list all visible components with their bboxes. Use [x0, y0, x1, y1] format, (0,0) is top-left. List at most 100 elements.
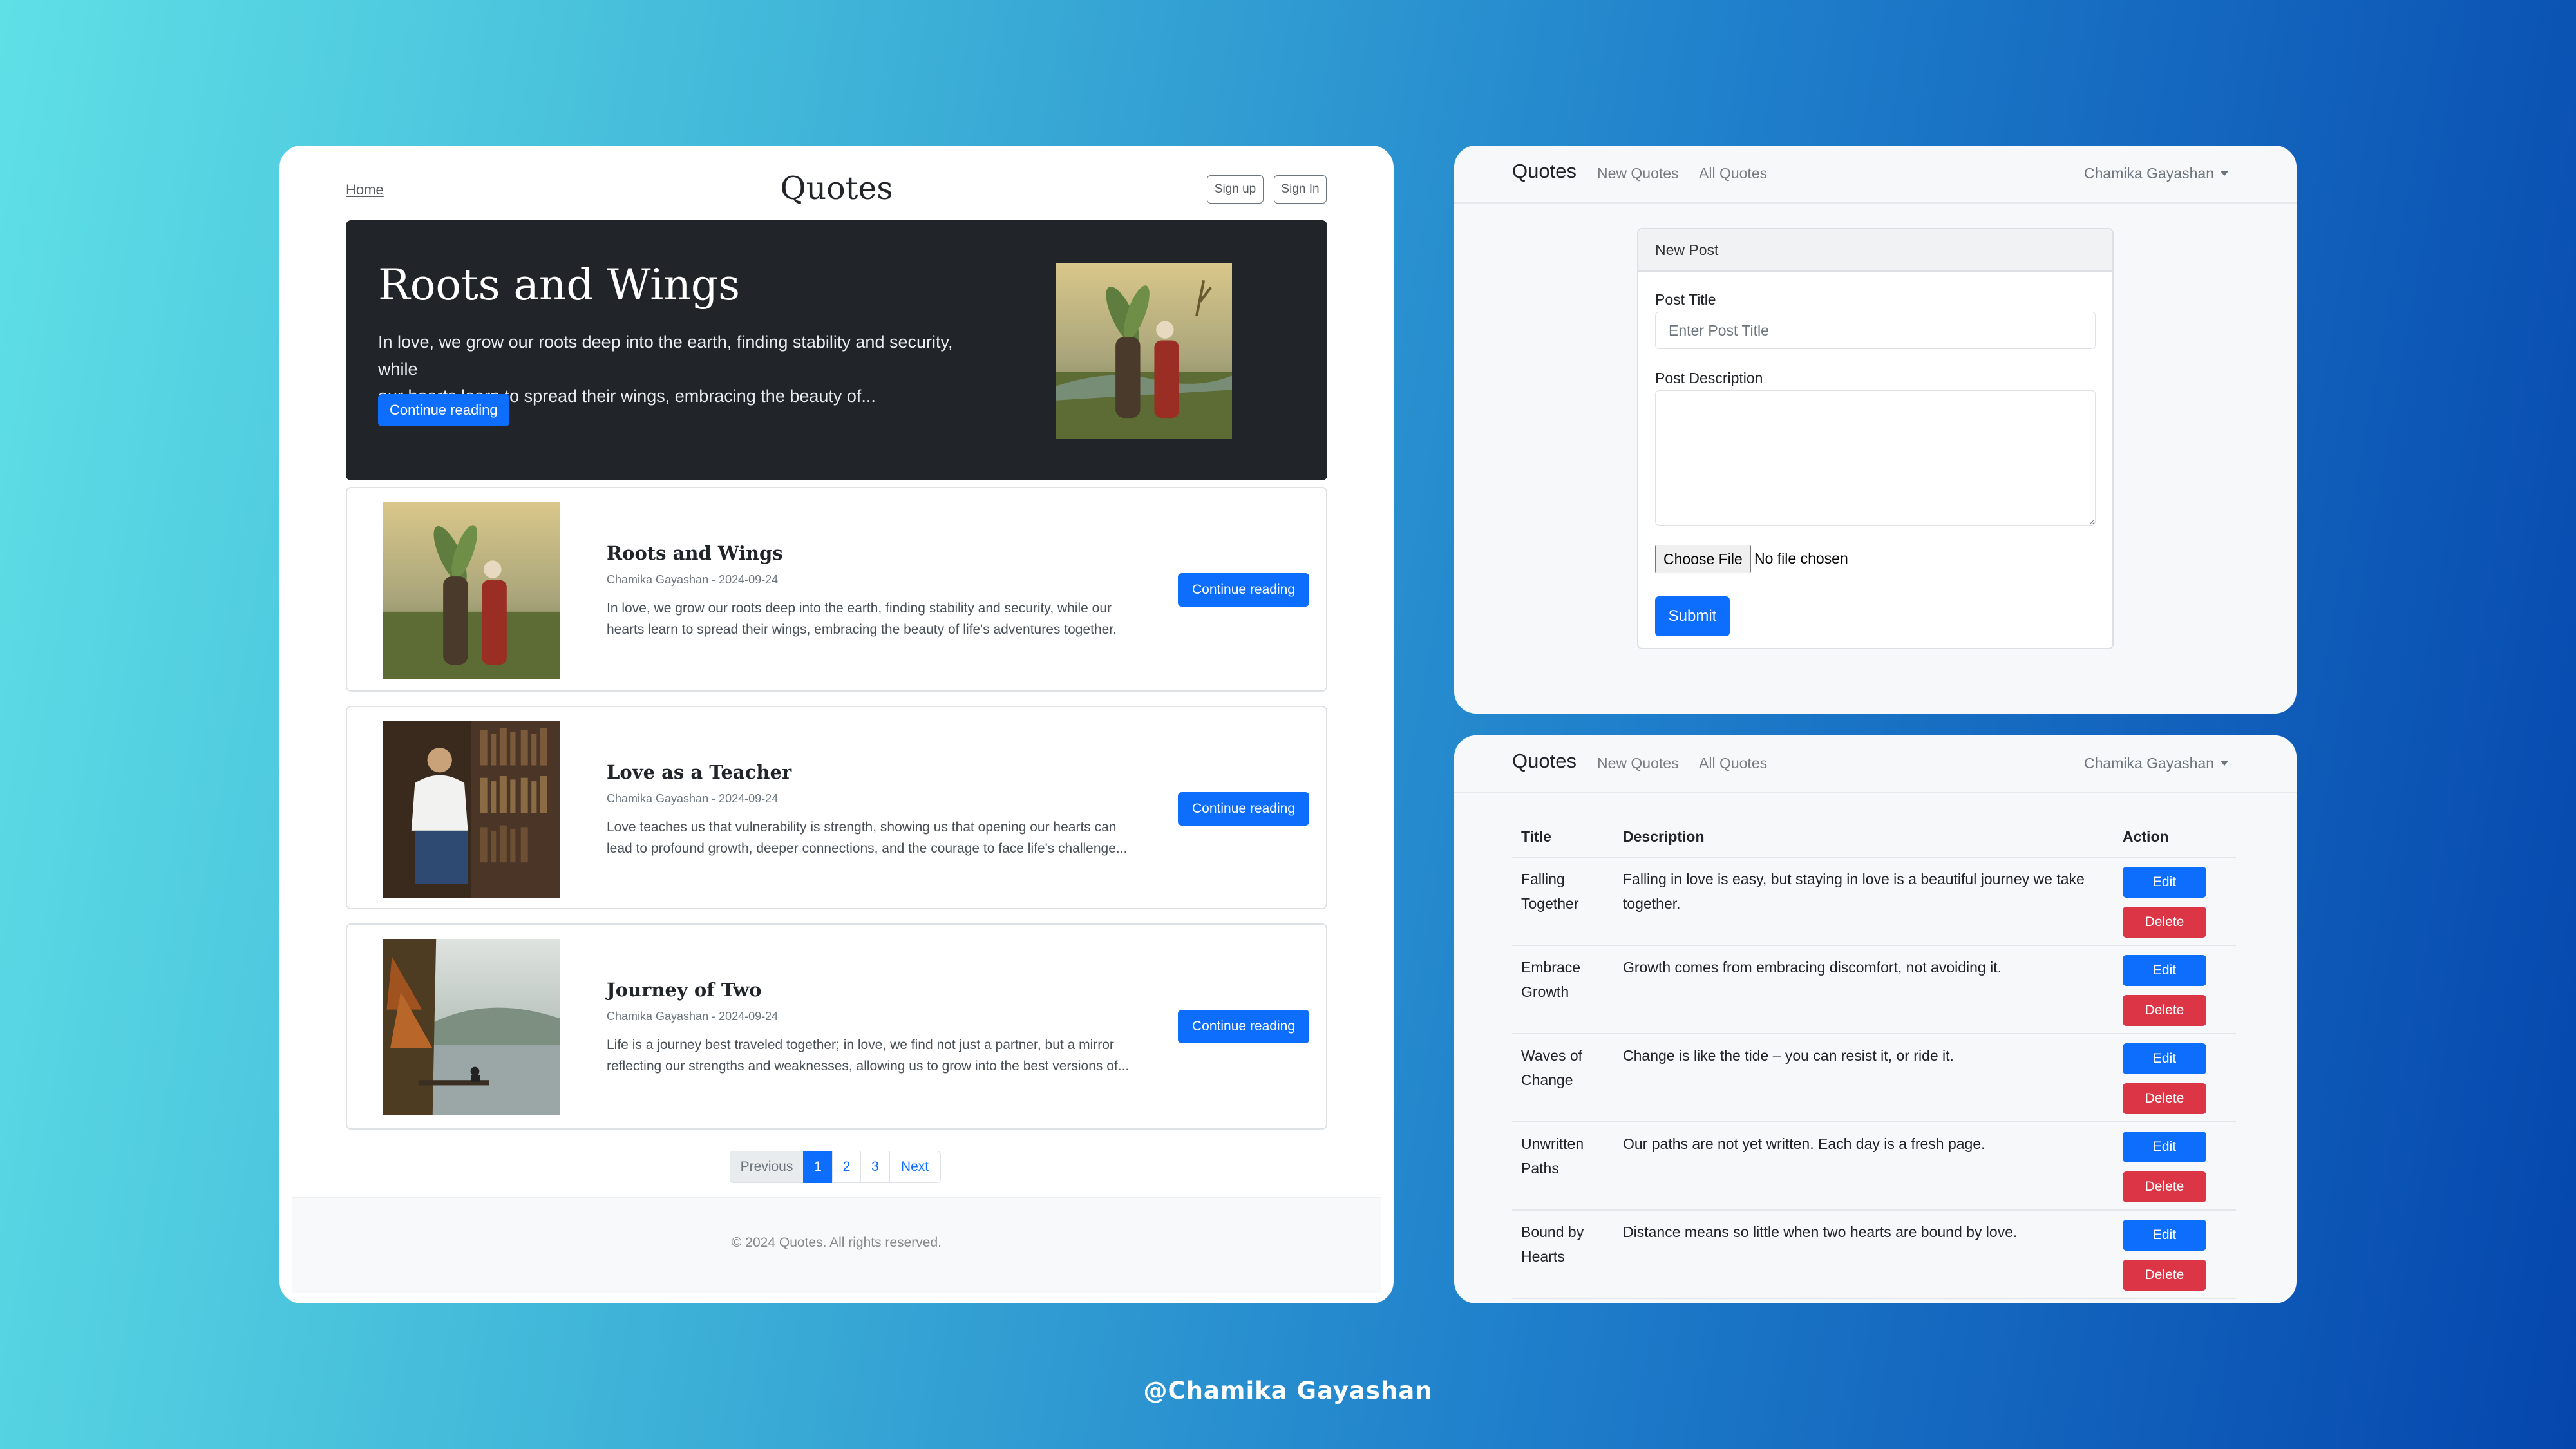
post-excerpt-line: Life is a journey best traveled together…: [607, 1037, 1114, 1052]
post-title[interactable]: Love as a Teacher: [607, 761, 791, 783]
nav-all-quotes[interactable]: All Quotes: [1699, 165, 1767, 182]
post-meta: Chamika Gayashan - 2024-09-24: [607, 1010, 779, 1023]
column-header-description: Description: [1623, 828, 1705, 845]
table-row: Embrace Growth Growth comes from embracin…: [1512, 946, 2236, 1034]
user-name: Chamika Gayashan: [2084, 165, 2214, 182]
post-title-input[interactable]: [1655, 312, 2096, 349]
delete-button[interactable]: Delete: [2123, 1083, 2206, 1114]
caret-down-icon: [2221, 171, 2228, 176]
quote-title-cell: Falling Together: [1521, 867, 1611, 916]
sign-in-button[interactable]: Sign In: [1274, 175, 1327, 204]
navbar-brand[interactable]: Quotes: [1512, 160, 1577, 183]
continue-reading-button[interactable]: Continue reading: [1178, 573, 1309, 607]
post-excerpt-line: lead to profound growth, deeper connecti…: [607, 841, 1128, 856]
edit-button[interactable]: Edit: [2123, 955, 2206, 986]
post-excerpt-line: reflecting our strengths and weaknesses,…: [607, 1059, 1130, 1074]
delete-button[interactable]: Delete: [2123, 907, 2206, 938]
blog-footer: © 2024 Quotes. All rights reserved.: [292, 1197, 1381, 1293]
continue-reading-button[interactable]: Continue reading: [1178, 792, 1309, 826]
quote-description-cell: Growth comes from embracing discomfort, …: [1623, 959, 2002, 976]
table-row: Waves of Change Change is like the tide –…: [1512, 1034, 2236, 1122]
post-excerpt: Love teaches us that vulnerability is st…: [607, 817, 1160, 859]
post-excerpt-line: hearts learn to spread their wings, embr…: [607, 622, 1117, 637]
post-excerpt: In love, we grow our roots deep into the…: [607, 598, 1160, 640]
post-excerpt-line: Love teaches us that vulnerability is st…: [607, 820, 1117, 835]
navbar: Quotes New Quotes All Quotes Chamika Gay…: [1454, 146, 2297, 204]
continue-reading-button[interactable]: Continue reading: [1178, 1010, 1309, 1043]
navbar: Quotes New Quotes All Quotes Chamika Gay…: [1454, 735, 2297, 793]
quote-title-line: Change: [1521, 1072, 1573, 1088]
quote-title-line: Falling: [1521, 871, 1565, 887]
post-description-label: Post Description: [1655, 370, 1763, 386]
post-description-textarea[interactable]: [1655, 390, 2096, 526]
post-card: Journey of Two Chamika Gayashan - 2024-0…: [346, 923, 1327, 1130]
table-row: Bound by Hearts Distance means so little …: [1512, 1211, 2236, 1299]
nav-new-quotes[interactable]: New Quotes: [1597, 755, 1679, 772]
post-meta: Chamika Gayashan - 2024-09-24: [607, 792, 779, 805]
featured-post-hero: Roots and Wings In love, we grow our roo…: [346, 220, 1327, 480]
delete-button[interactable]: Delete: [2123, 1260, 2206, 1291]
post-title[interactable]: Roots and Wings: [607, 542, 783, 564]
delete-button[interactable]: Delete: [2123, 995, 2206, 1026]
navbar-brand[interactable]: Quotes: [1512, 750, 1577, 773]
edit-button[interactable]: Edit: [2123, 1043, 2206, 1074]
pagination: Previous 1 2 3 Next: [729, 1151, 941, 1183]
quote-title-line: Growth: [1521, 983, 1569, 1000]
post-title[interactable]: Journey of Two: [607, 979, 762, 1001]
new-post-panel: Quotes New Quotes All Quotes Chamika Gay…: [1454, 146, 2297, 714]
hero-continue-reading-button[interactable]: Continue reading: [378, 394, 509, 426]
copyright-text: © 2024 Quotes. All rights reserved.: [732, 1235, 942, 1250]
submit-button[interactable]: Submit: [1655, 596, 1730, 636]
user-name: Chamika Gayashan: [2084, 755, 2214, 772]
pagination-page-1[interactable]: 1: [803, 1151, 833, 1183]
quote-description-cell: Change is like the tide – you can resist…: [1623, 1047, 1954, 1064]
quote-description-cell: Distance means so little when two hearts…: [1623, 1224, 2018, 1240]
quote-title-cell: Waves of Change: [1521, 1043, 1611, 1092]
nav-new-quotes[interactable]: New Quotes: [1597, 165, 1679, 182]
quote-title-line: Paths: [1521, 1160, 1559, 1177]
post-card: Love as a Teacher Chamika Gayashan - 202…: [346, 706, 1327, 909]
file-status-text: No file chosen: [1754, 550, 1848, 567]
quote-description-cell: Our paths are not yet written. Each day …: [1623, 1135, 1985, 1152]
post-meta: Chamika Gayashan - 2024-09-24: [607, 573, 779, 586]
table-row: Unwritten Paths Our paths are not yet wri…: [1512, 1122, 2236, 1211]
pagination-page-2[interactable]: 2: [831, 1151, 862, 1183]
card-header: New Post: [1638, 229, 2112, 272]
quote-title-line: Unwritten: [1521, 1135, 1584, 1152]
hero-title: Roots and Wings: [378, 260, 741, 310]
pagination-page-3[interactable]: 3: [860, 1151, 890, 1183]
quote-title-line: Hearts: [1521, 1248, 1565, 1265]
user-dropdown[interactable]: Chamika Gayashan: [2084, 755, 2228, 772]
pagination-next[interactable]: Next: [889, 1151, 941, 1183]
pagination-previous[interactable]: Previous: [729, 1151, 804, 1183]
quote-title-line: Embrace: [1521, 959, 1581, 976]
post-thumbnail-image: [383, 939, 560, 1115]
post-title-label: Post Title: [1655, 291, 1716, 308]
nav-all-quotes[interactable]: All Quotes: [1699, 755, 1767, 772]
edit-button[interactable]: Edit: [2123, 1132, 2206, 1162]
edit-button[interactable]: Edit: [2123, 1220, 2206, 1251]
user-dropdown[interactable]: Chamika Gayashan: [2084, 165, 2228, 182]
delete-button[interactable]: Delete: [2123, 1171, 2206, 1202]
all-quotes-panel: Quotes New Quotes All Quotes Chamika Gay…: [1454, 735, 2297, 1303]
quotes-table: Title Description Action Falling Together…: [1512, 818, 2236, 1299]
table-header-row: Title Description Action: [1512, 818, 2236, 858]
choose-file-button[interactable]: Choose File: [1655, 545, 1751, 573]
new-post-card: New Post Post Title Post Description Cho…: [1637, 228, 2114, 649]
quote-title-line: Bound by: [1521, 1224, 1584, 1240]
author-credit: @Chamika Gayashan: [1143, 1377, 1433, 1405]
quote-title-cell: Bound by Hearts: [1521, 1220, 1611, 1269]
sign-up-button[interactable]: Sign up: [1207, 175, 1264, 204]
quote-title-line: Together: [1521, 895, 1579, 912]
post-card: Roots and Wings Chamika Gayashan - 2024-…: [346, 487, 1327, 692]
caret-down-icon: [2221, 761, 2228, 766]
quote-title-cell: Embrace Growth: [1521, 955, 1611, 1004]
hero-painting-image: [1056, 263, 1232, 439]
column-header-title: Title: [1521, 828, 1551, 845]
blog-page-panel: Home Quotes Sign up Sign In Roots and Wi…: [279, 146, 1394, 1303]
quote-description-cell: Falling in love is easy, but staying in …: [1623, 871, 2085, 912]
table-row: Falling Together Falling in love is easy,…: [1512, 858, 2236, 946]
edit-button[interactable]: Edit: [2123, 867, 2206, 898]
post-excerpt: Life is a journey best traveled together…: [607, 1034, 1160, 1077]
hero-excerpt-line: In love, we grow our roots deep into the…: [378, 332, 953, 379]
